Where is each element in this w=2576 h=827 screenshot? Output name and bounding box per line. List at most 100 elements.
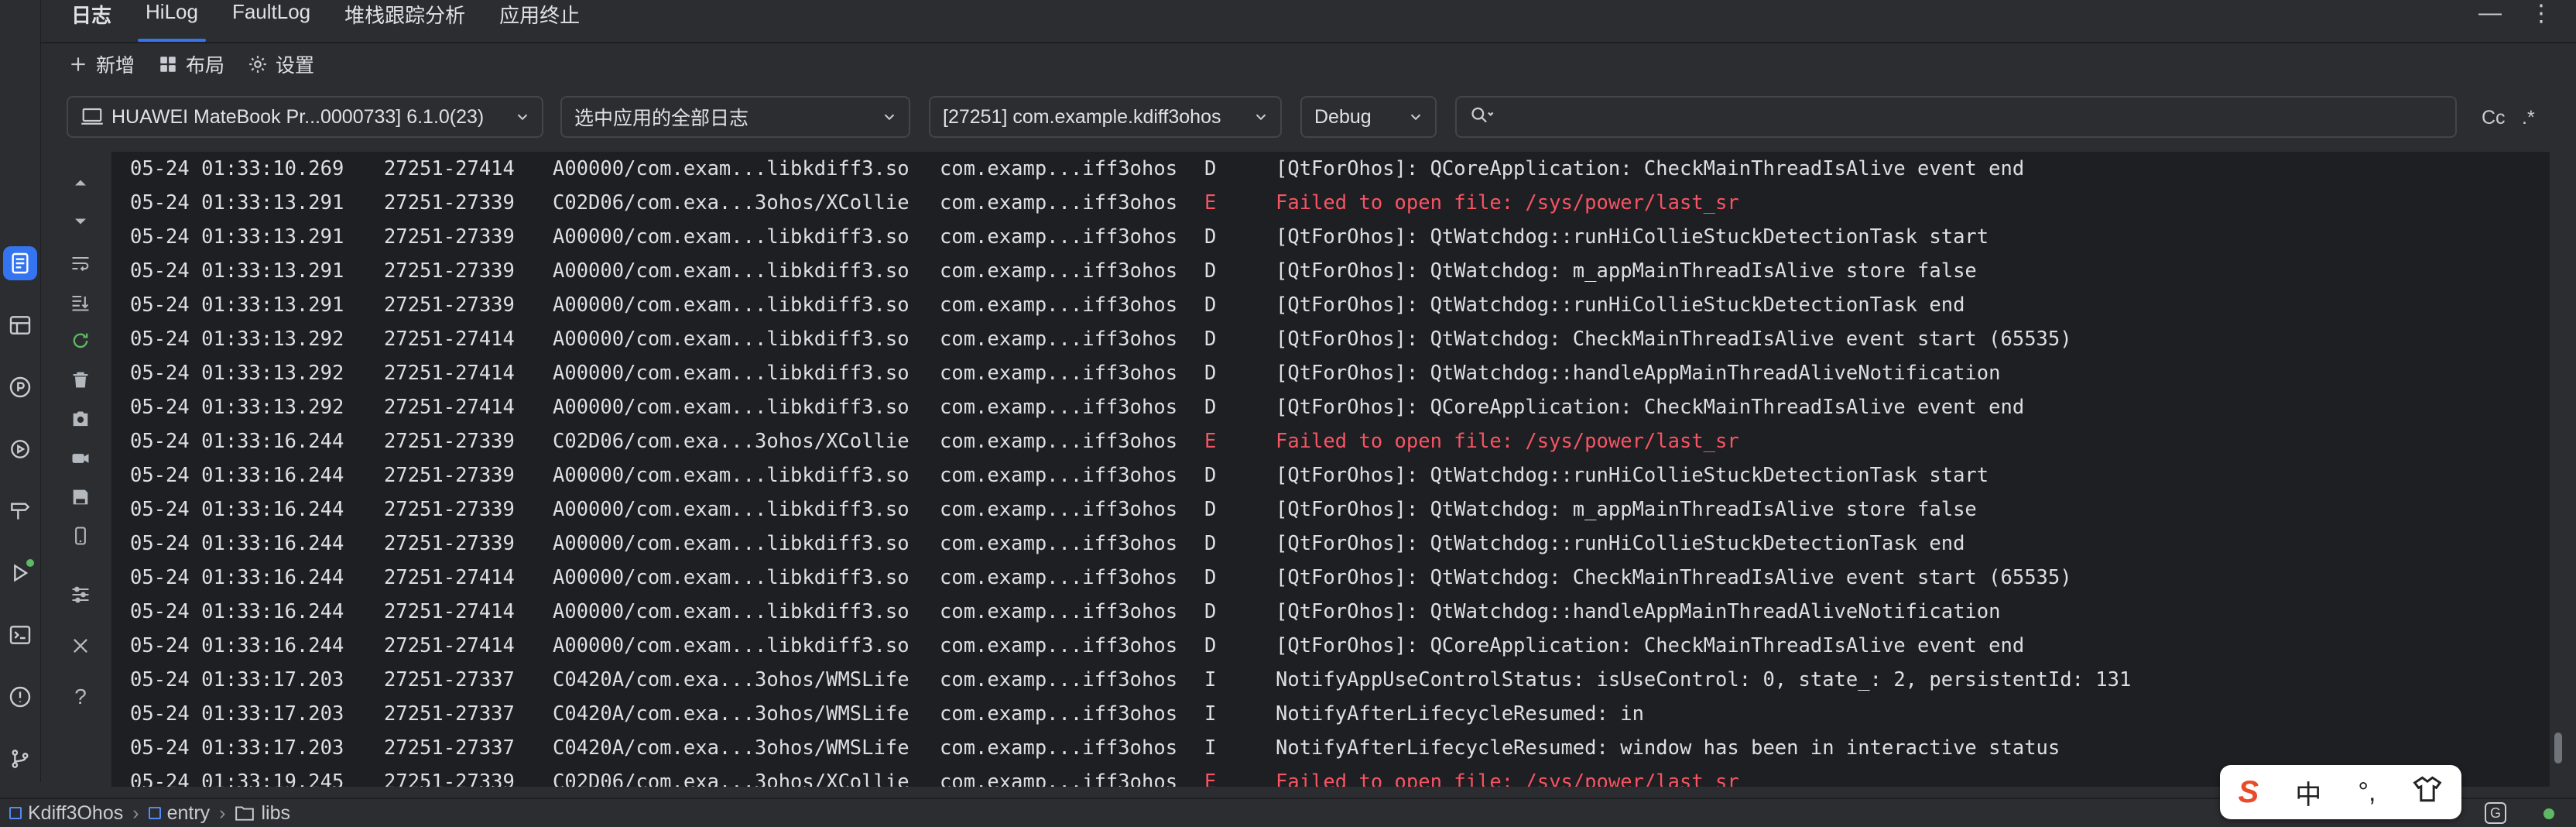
log-time: 05-24 01:33:13.291 — [130, 191, 344, 214]
log-pid: 27251-27339 — [384, 430, 515, 453]
tab-faultlog[interactable]: FaultLog — [215, 0, 327, 42]
layout-button[interactable]: 布局 — [158, 50, 224, 78]
help-icon[interactable]: ? — [65, 681, 96, 712]
gear-icon — [248, 54, 268, 74]
tab-app-terminate[interactable]: 应用终止 — [482, 0, 597, 42]
log-pkg: com.examp...iff3ohos — [940, 293, 1178, 317]
ime-language-toggle[interactable]: 中 — [2295, 774, 2321, 812]
log-pid: 27251-27339 — [384, 293, 515, 317]
log-row[interactable]: 05-24 01:33:16.244 27251-27339 A00000/com.… — [111, 492, 2550, 527]
log-row[interactable]: 05-24 01:33:13.291 27251-27339 A00000/com.… — [111, 254, 2550, 288]
log-output[interactable]: 05-24 01:33:10.269 27251-27414 A00000/com.… — [111, 152, 2550, 787]
log-scope-select[interactable]: 选中应用的全部日志 — [560, 96, 910, 138]
profiler-icon[interactable] — [3, 370, 37, 404]
vertical-scrollbar[interactable] — [2554, 733, 2562, 764]
log-msg: Failed to open file: /sys/power/last_sr — [1276, 191, 1739, 214]
sogou-logo-icon[interactable]: S — [2239, 775, 2259, 810]
log-row[interactable]: 05-24 01:33:17.203 27251-27337 C0420A/com.… — [111, 697, 2550, 731]
log-pid: 27251-27339 — [384, 464, 515, 487]
breadcrumb-item[interactable]: Kdiff3Ohos — [28, 802, 123, 825]
log-msg: [QtForOhos]: QtWatchdog::runHiCollieStuc… — [1276, 293, 1965, 317]
regex-toggle[interactable]: .* — [2522, 107, 2535, 129]
log-pkg: com.examp...iff3ohos — [940, 566, 1178, 589]
log-level-select[interactable]: Debug — [1300, 96, 1437, 138]
terminal-icon[interactable] — [3, 618, 37, 652]
close-icon[interactable] — [65, 630, 96, 661]
table-icon[interactable] — [3, 308, 37, 342]
log-row[interactable]: 05-24 01:33:13.291 27251-27339 A00000/com.… — [111, 220, 2550, 254]
scroll-up-icon[interactable] — [65, 167, 96, 198]
log-tag: A00000/com.exam...libkdiff3.so — [553, 464, 909, 487]
log-row[interactable]: 05-24 01:33:16.244 27251-27414 A00000/com.… — [111, 561, 2550, 595]
log-time: 05-24 01:33:19.245 — [130, 770, 344, 787]
log-row[interactable]: 05-24 01:33:13.291 27251-27339 A00000/com.… — [111, 288, 2550, 322]
device-icon[interactable] — [65, 520, 96, 551]
soft-wrap-icon[interactable] — [65, 248, 96, 279]
ime-punctuation-toggle[interactable]: °, — [2358, 777, 2376, 808]
shirt-icon[interactable] — [2412, 775, 2443, 810]
log-row[interactable]: 05-24 01:33:13.292 27251-27414 A00000/com.… — [111, 322, 2550, 356]
save-icon[interactable] — [65, 482, 96, 513]
tab-stack-trace-analysis[interactable]: 堆栈跟踪分析 — [327, 0, 482, 42]
log-msg: [QtForOhos]: QCoreApplication: CheckMain… — [1276, 157, 2025, 180]
log-level: D — [1204, 225, 1217, 249]
play-circle-icon[interactable] — [3, 432, 37, 466]
log-msg: NotifyAfterLifecycleResumed: window has … — [1276, 736, 2060, 760]
log-icon[interactable] — [3, 246, 37, 280]
log-row[interactable]: 05-24 01:33:16.244 27251-27339 A00000/com.… — [111, 458, 2550, 492]
layout-label: 布局 — [186, 55, 225, 77]
log-pid: 27251-27337 — [384, 702, 515, 726]
log-pkg: com.examp...iff3ohos — [940, 259, 1178, 283]
log-level: E — [1204, 430, 1217, 453]
add-button[interactable]: 新增 — [68, 50, 135, 78]
log-row[interactable]: 05-24 01:33:10.269 27251-27414 A00000/com.… — [111, 152, 2550, 186]
clear-icon[interactable] — [65, 364, 96, 395]
settings-button[interactable]: 设置 — [248, 50, 314, 78]
status-bar: Kdiff3Ohos › entry › libs G — [0, 798, 2576, 827]
git-icon[interactable] — [3, 742, 37, 776]
record-icon[interactable] — [65, 443, 96, 474]
folder-icon — [235, 805, 255, 822]
log-row[interactable]: 05-24 01:33:13.292 27251-27414 A00000/com.… — [111, 356, 2550, 390]
log-row[interactable]: 05-24 01:33:17.203 27251-27337 C0420A/com.… — [111, 663, 2550, 697]
run-icon[interactable] — [3, 556, 37, 590]
problems-icon[interactable] — [3, 680, 37, 714]
tab-hilog[interactable]: HiLog — [128, 0, 215, 42]
log-time: 05-24 01:33:16.244 — [130, 634, 344, 657]
match-case-toggle[interactable]: Cc — [2482, 107, 2506, 129]
breadcrumb-item[interactable]: libs — [261, 802, 290, 825]
build-icon[interactable] — [3, 494, 37, 528]
more-options-icon[interactable]: ⋮ — [2530, 0, 2553, 27]
log-tag: A00000/com.exam...libkdiff3.so — [553, 362, 909, 385]
log-row[interactable]: 05-24 01:33:16.244 27251-27339 A00000/com.… — [111, 527, 2550, 561]
log-row[interactable]: 05-24 01:33:16.244 27251-27414 A00000/com.… — [111, 595, 2550, 629]
log-msg: [QtForOhos]: QCoreApplication: CheckMain… — [1276, 396, 2025, 419]
log-row[interactable]: 05-24 01:33:13.292 27251-27414 A00000/com.… — [111, 390, 2550, 424]
log-pid: 27251-27414 — [384, 566, 515, 589]
breadcrumb-item[interactable]: entry — [167, 802, 211, 825]
settings-label: 设置 — [276, 55, 315, 77]
g-icon[interactable]: G — [2485, 802, 2506, 824]
log-time: 05-24 01:33:17.203 — [130, 668, 344, 691]
chevron-right-icon: › — [132, 801, 139, 824]
log-row[interactable]: 05-24 01:33:19.245 27251-27339 C02D06/com.… — [111, 765, 2550, 787]
log-row[interactable]: 05-24 01:33:16.244 27251-27339 C02D06/com.… — [111, 424, 2550, 458]
scroll-to-end-icon[interactable] — [65, 287, 96, 317]
log-msg: NotifyAppUseControlStatus: isUseControl:… — [1276, 668, 2132, 691]
restart-icon[interactable] — [65, 325, 96, 356]
device-select[interactable]: HUAWEI MateBook Pr...0000733] 6.1.0(23) — [67, 96, 543, 138]
process-select[interactable]: [27251] com.example.kdiff3ohos — [929, 96, 1282, 138]
log-row[interactable]: 05-24 01:33:13.291 27251-27339 C02D06/com.… — [111, 186, 2550, 220]
log-row[interactable]: 05-24 01:33:16.244 27251-27414 A00000/com.… — [111, 629, 2550, 663]
log-msg: [QtForOhos]: QtWatchdog::runHiCollieStuc… — [1276, 464, 1989, 487]
log-msg: [QtForOhos]: QCoreApplication: CheckMain… — [1276, 634, 2025, 657]
log-row[interactable]: 05-24 01:33:17.203 27251-27337 C0420A/com.… — [111, 731, 2550, 765]
scroll-down-icon[interactable] — [65, 206, 96, 237]
log-time: 05-24 01:33:16.244 — [130, 498, 344, 521]
log-pid: 27251-27337 — [384, 736, 515, 760]
minimize-icon[interactable]: — — [2478, 0, 2502, 26]
settings-sliders-icon[interactable] — [65, 579, 96, 610]
screenshot-icon[interactable] — [65, 404, 96, 435]
log-search-input[interactable] — [1455, 96, 2457, 138]
log-msg: [QtForOhos]: QtWatchdog::handleAppMainTh… — [1276, 362, 2001, 385]
